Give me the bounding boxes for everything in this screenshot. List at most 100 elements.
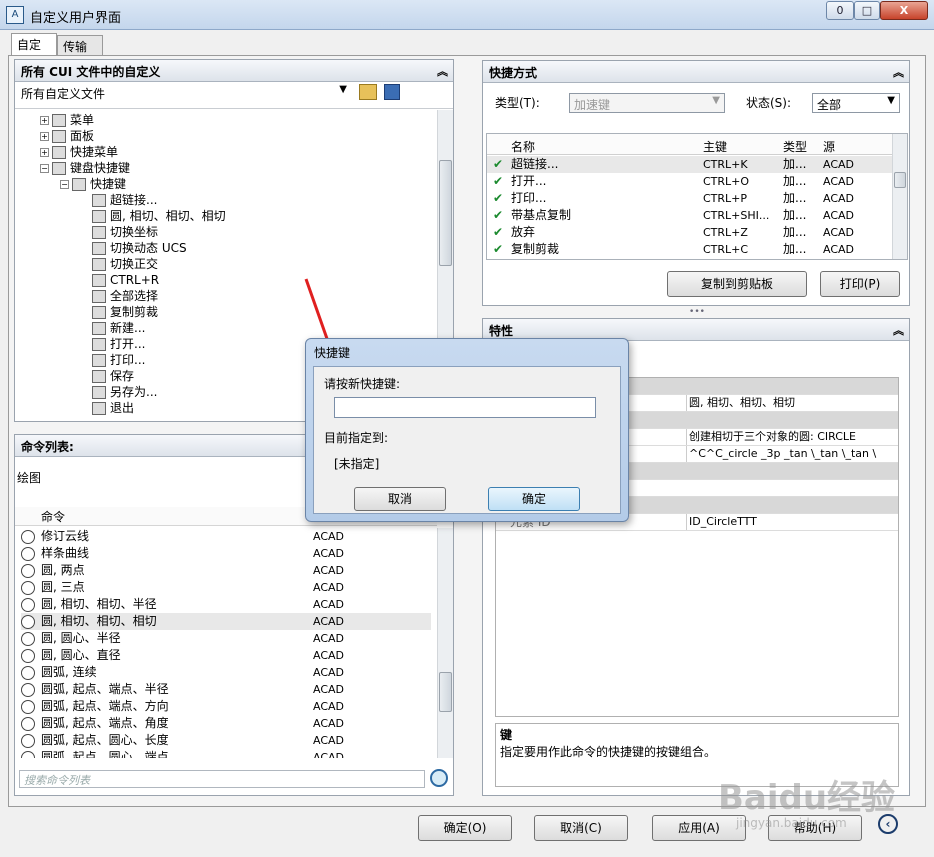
splitter-grip[interactable]: ••• — [682, 308, 712, 317]
command-name: 圆, 三点 — [41, 580, 85, 594]
shortcut-row[interactable]: ✔ 打开... CTRL+O 加... ACAD — [487, 173, 892, 190]
command-icon — [21, 580, 35, 595]
shortcuts-panel: 快捷方式 ︽ 类型(T): 加速键 ▼ 状态(S): 全部 ▼ 名称 主键 类型 源 … — [482, 60, 910, 306]
shortcut-icon — [52, 114, 66, 127]
tree-item[interactable]: + 面板 — [40, 128, 440, 144]
shortcut-source: ACAD — [823, 209, 855, 222]
dialog-body: 请按新快捷键: 目前指定到: [未指定] 取消 确定 — [313, 366, 621, 514]
watermark-logo: Baidu经验 — [718, 778, 896, 818]
command-item[interactable]: 圆, 两点 ACAD — [21, 562, 431, 579]
shortcut-row[interactable]: ✔ 带基点复制 CTRL+SHI... 加... ACAD — [487, 207, 892, 224]
tree-item[interactable]: 超链接... — [40, 192, 440, 208]
shortcut-icon — [52, 162, 66, 175]
shortcut-key: CTRL+O — [703, 175, 750, 188]
close-button[interactable]: X — [880, 1, 928, 20]
command-name: 样条曲线 — [41, 546, 90, 560]
command-item[interactable]: 圆弧, 起点、端点、半径 ACAD — [21, 681, 431, 698]
property-value: 创建相切于三个对象的圆: CIRCLE — [686, 429, 856, 445]
col-source[interactable]: 源 — [823, 138, 835, 155]
command-item[interactable]: 圆, 圆心、直径 ACAD — [21, 647, 431, 664]
expand-icon[interactable]: + — [40, 132, 49, 141]
dialog-cancel-button[interactable]: 取消 — [354, 487, 446, 511]
collapse-icon[interactable]: ︽ — [893, 322, 904, 338]
dialog-ok-button[interactable]: 确定 — [488, 487, 580, 511]
type-combo[interactable]: 加速键 ▼ — [569, 93, 725, 113]
print-button[interactable]: 打印(P) — [820, 271, 900, 297]
load-file-icon[interactable] — [359, 84, 377, 100]
shortcut-name: 打印... — [511, 191, 547, 205]
tree-item[interactable]: 切换动态 UCS — [40, 240, 440, 256]
tree-item[interactable]: 新建... — [40, 320, 440, 336]
checkmark-icon: ✔ — [493, 157, 504, 171]
command-source: ACAD — [313, 598, 345, 611]
status-combo[interactable]: 全部 ▼ — [812, 93, 900, 113]
tree-item-label: 面板 — [70, 129, 95, 143]
search-icon[interactable] — [430, 769, 448, 787]
scroll-thumb[interactable] — [894, 172, 906, 188]
command-item[interactable]: 圆弧, 起点、端点、方向 ACAD — [21, 698, 431, 715]
file-combo[interactable]: 所有自定义文件 ▼ — [17, 83, 351, 103]
command-item[interactable]: 圆, 圆心、半径 ACAD — [21, 630, 431, 647]
ok-button[interactable]: 确定(O) — [418, 815, 512, 841]
scroll-thumb[interactable] — [439, 672, 452, 712]
command-item[interactable]: 圆弧, 连续 ACAD — [21, 664, 431, 681]
shortcut-key-input[interactable] — [334, 397, 596, 418]
panel-header: 快捷方式 ︽ — [483, 61, 909, 83]
tree-item[interactable]: 圆, 相切、相切、相切 — [40, 208, 440, 224]
shortcut-row[interactable]: ✔ 打印... CTRL+P 加... ACAD — [487, 190, 892, 207]
cancel-button[interactable]: 取消(C) — [534, 815, 628, 841]
dropdown-arrow-icon: ▼ — [712, 95, 720, 106]
maximize-button[interactable]: □ — [854, 1, 880, 20]
search-input[interactable]: 搜索命令列表 — [19, 770, 425, 788]
expand-icon[interactable]: + — [40, 116, 49, 125]
shortcut-type: 加... — [783, 208, 807, 222]
expand-icon[interactable]: + — [40, 148, 49, 157]
command-scrollbar[interactable] — [437, 528, 453, 758]
command-filter-value: 绘图 — [17, 471, 42, 485]
save-icon[interactable] — [384, 84, 400, 100]
tab-transfer[interactable]: 传输 — [57, 35, 103, 55]
tree-item[interactable]: 切换正交 — [40, 256, 440, 272]
tree-item[interactable]: CTRL+R — [40, 272, 440, 288]
shortcut-row[interactable]: ✔ 复制剪裁 CTRL+C 加... ACAD — [487, 241, 892, 258]
command-item[interactable]: 圆, 三点 ACAD — [21, 579, 431, 596]
tree-item[interactable]: 复制剪裁 — [40, 304, 440, 320]
title-bar — [0, 0, 934, 30]
scroll-thumb[interactable] — [439, 160, 452, 266]
tree-item[interactable]: 切换坐标 — [40, 224, 440, 240]
tree-item-label: 打开... — [110, 337, 146, 351]
tab-customize[interactable]: 自定义 — [11, 33, 57, 69]
command-item[interactable]: 修订云线 ACAD — [21, 528, 431, 545]
minimize-button[interactable]: 0 — [826, 1, 854, 20]
command-item[interactable]: 圆弧, 起点、圆心、端点 ACAD — [21, 749, 431, 758]
command-item[interactable]: 圆, 相切、相切、半径 ACAD — [21, 596, 431, 613]
shortcuts-scrollbar[interactable] — [892, 134, 907, 259]
shortcut-icon — [92, 370, 106, 383]
tree-item[interactable]: + 菜单 — [40, 112, 440, 128]
tree-item[interactable]: 全部选择 — [40, 288, 440, 304]
tree-item[interactable]: − 键盘快捷键 — [40, 160, 440, 176]
tree-item-label: 菜单 — [70, 113, 95, 127]
col-type[interactable]: 类型 — [783, 138, 807, 155]
command-source: ACAD — [313, 734, 345, 747]
command-icon — [21, 546, 35, 561]
expand-icon[interactable]: − — [40, 164, 49, 173]
collapse-icon[interactable]: ︽ — [893, 64, 904, 80]
tree-item-label: 打印... — [110, 353, 146, 367]
shortcut-row[interactable]: ✔ 超链接... CTRL+K 加... ACAD — [487, 156, 892, 173]
command-item[interactable]: 圆弧, 起点、端点、角度 ACAD — [21, 715, 431, 732]
command-item[interactable]: 圆弧, 起点、圆心、长度 ACAD — [21, 732, 431, 749]
shortcut-source: ACAD — [823, 192, 855, 205]
collapse-icon[interactable]: ︽ — [437, 63, 448, 79]
copy-to-clipboard-button[interactable]: 复制到剪贴板 — [667, 271, 807, 297]
description-title: 键 — [500, 728, 513, 742]
tree-item[interactable]: − 快捷键 — [40, 176, 440, 192]
expand-icon[interactable]: − — [60, 180, 69, 189]
command-item[interactable]: 样条曲线 ACAD — [21, 545, 431, 562]
col-key[interactable]: 主键 — [703, 138, 727, 155]
col-name[interactable]: 名称 — [511, 138, 535, 155]
command-source: ACAD — [313, 666, 345, 679]
command-item[interactable]: 圆, 相切、相切、相切 ACAD — [21, 613, 431, 630]
shortcut-row[interactable]: ✔ 放弃 CTRL+Z 加... ACAD — [487, 224, 892, 241]
tree-item[interactable]: + 快捷菜单 — [40, 144, 440, 160]
